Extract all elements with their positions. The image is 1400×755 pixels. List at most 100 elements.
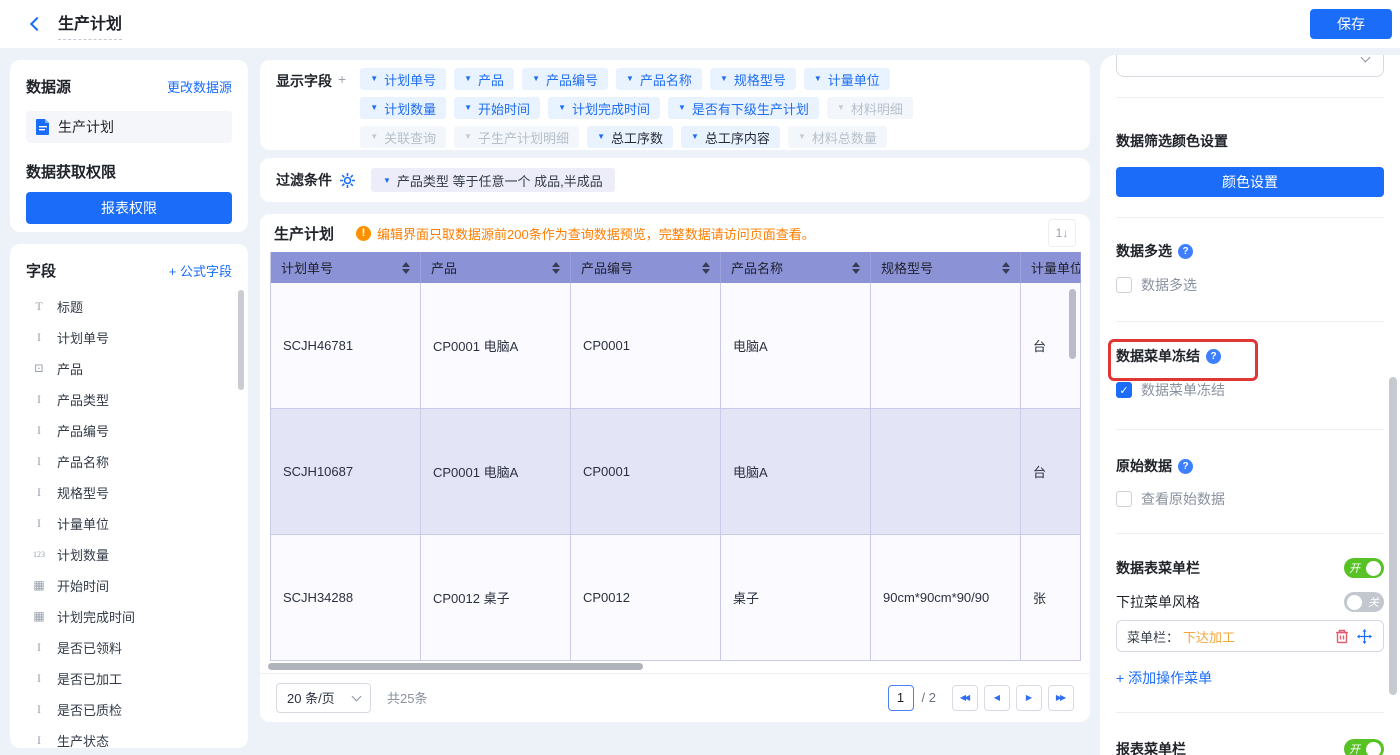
display-field-chip-产品编号[interactable]: ▼产品编号	[522, 68, 608, 90]
field-item-是否已领料[interactable]: I是否已领料	[26, 632, 232, 663]
display-field-chip-计划完成时间[interactable]: ▼计划完成时间	[548, 97, 660, 119]
raw-data-checkbox[interactable]: 查看原始数据	[1116, 489, 1384, 509]
date-field-icon: ▦	[30, 609, 48, 624]
table-vertical-scrollbar[interactable]	[1069, 289, 1076, 359]
field-item-计划完成时间[interactable]: ▦计划完成时间	[26, 601, 232, 632]
display-field-chip-计划数量[interactable]: ▼计划数量	[360, 97, 446, 119]
chip-label: 材料明细	[851, 99, 903, 118]
settings-scrollbar[interactable]	[1389, 377, 1397, 695]
add-action-menu-link[interactable]: + 添加操作菜单	[1116, 668, 1384, 688]
display-field-chip-计划单号[interactable]: ▼计划单号	[360, 68, 446, 90]
sort-icon[interactable]	[702, 262, 710, 274]
question-icon[interactable]: ?	[1178, 244, 1193, 259]
table-row[interactable]: SCJH34288CP0012 桌子CP0012桌子90cm*90cm*90/9…	[271, 535, 1080, 661]
caret-down-icon: ▼	[678, 104, 686, 112]
next-page-button[interactable]: ▶	[1016, 685, 1042, 711]
column-header-规格型号[interactable]: 规格型号	[871, 252, 1021, 283]
field-item-计划数量[interactable]: 123计划数量	[26, 539, 232, 570]
field-item-计划单号[interactable]: I计划单号	[26, 322, 232, 353]
datasource-title: 数据源	[26, 76, 71, 97]
field-item-产品[interactable]: ⊡产品	[26, 353, 232, 384]
text-field-icon: I	[30, 485, 48, 500]
sort-icon[interactable]	[1002, 262, 1010, 274]
page-size-select[interactable]: 20 条/页	[276, 683, 371, 713]
display-field-chip-规格型号[interactable]: ▼规格型号	[710, 68, 796, 90]
column-header-产品名称[interactable]: 产品名称	[721, 252, 871, 283]
field-item-标题[interactable]: T标题	[26, 291, 232, 322]
topbar: 生产计划 保存	[0, 0, 1400, 48]
table-title: 生产计划	[274, 223, 334, 244]
field-item-产品编号[interactable]: I产品编号	[26, 415, 232, 446]
first-page-button[interactable]: ◀◀	[952, 685, 978, 711]
sort-icon[interactable]	[552, 262, 560, 274]
table-horizontal-scrollbar[interactable]	[268, 663, 643, 670]
question-icon[interactable]: ?	[1206, 349, 1221, 364]
save-button[interactable]: 保存	[1310, 9, 1392, 39]
field-item-产品名称[interactable]: I产品名称	[26, 446, 232, 477]
last-page-button[interactable]: ▶▶	[1048, 685, 1074, 711]
field-item-产品类型[interactable]: I产品类型	[26, 384, 232, 415]
display-field-chip-是否有下级生产计划[interactable]: ▼是否有下级生产计划	[668, 97, 819, 119]
chip-label: 产品	[478, 70, 504, 89]
display-fields-label: 显示字段	[276, 71, 332, 91]
display-field-chip-总工序内容[interactable]: ▼总工序内容	[681, 126, 780, 148]
sort-order-button[interactable]: 1↓	[1048, 219, 1076, 247]
filter-condition-text: 产品类型 等于任意一个 成品,半成品	[397, 171, 603, 190]
fields-scrollbar[interactable]	[238, 290, 244, 390]
menu-freeze-title: 数据菜单冻结	[1116, 346, 1200, 366]
display-field-chip-总工序数[interactable]: ▼总工序数	[587, 126, 673, 148]
field-item-生产状态[interactable]: I生产状态	[26, 725, 232, 748]
dropdown-style-toggle[interactable]: 关	[1344, 592, 1384, 612]
display-field-chip-材料明细[interactable]: ▼材料明细	[827, 97, 913, 119]
top-select[interactable]	[1116, 55, 1384, 77]
page-number-input[interactable]: 1	[888, 685, 914, 711]
caret-down-icon: ▼	[691, 133, 699, 141]
display-field-chip-材料总数量[interactable]: ▼材料总数量	[788, 126, 887, 148]
menu-freeze-checkbox[interactable]: ✓ 数据菜单冻结	[1116, 380, 1384, 400]
change-datasource-link[interactable]: 更改数据源	[167, 77, 232, 96]
field-item-规格型号[interactable]: I规格型号	[26, 477, 232, 508]
datasource-item[interactable]: 生产计划	[26, 111, 232, 143]
color-settings-button[interactable]: 颜色设置	[1116, 167, 1384, 197]
table-row[interactable]: SCJH10687CP0001 电脑ACP0001电脑A台	[271, 409, 1080, 535]
field-item-是否已质检[interactable]: I是否已质检	[26, 694, 232, 725]
add-formula-field-link[interactable]: + 公式字段	[169, 261, 232, 280]
sort-icon[interactable]	[402, 262, 410, 274]
back-icon[interactable]	[30, 17, 44, 31]
prev-page-button[interactable]: ◀	[984, 685, 1010, 711]
multi-select-checkbox[interactable]: 数据多选	[1116, 275, 1384, 295]
table-menubar-toggle[interactable]: 开	[1344, 558, 1384, 578]
move-icon[interactable]	[1355, 627, 1373, 645]
display-field-chip-关联查询[interactable]: ▼关联查询	[360, 126, 446, 148]
field-item-计量单位[interactable]: I计量单位	[26, 508, 232, 539]
display-field-chip-子生产计划明细[interactable]: ▼子生产计划明细	[454, 126, 579, 148]
display-field-chip-产品[interactable]: ▼产品	[454, 68, 514, 90]
column-header-label: 计量单位	[1031, 258, 1081, 277]
question-icon[interactable]: ?	[1178, 459, 1193, 474]
chip-label: 计划单号	[384, 70, 436, 89]
gear-icon[interactable]	[340, 173, 355, 188]
column-header-计量单位[interactable]: 计量单位	[1021, 252, 1081, 283]
text-field-icon: I	[30, 423, 48, 438]
column-header-产品[interactable]: 产品	[421, 252, 571, 283]
column-header-计划单号[interactable]: 计划单号	[271, 252, 421, 283]
report-menubar-toggle[interactable]: 开	[1344, 739, 1384, 755]
text-field-icon: I	[30, 330, 48, 345]
display-field-chip-产品名称[interactable]: ▼产品名称	[616, 68, 702, 90]
filter-condition-chip[interactable]: ▼ 产品类型 等于任意一个 成品,半成品	[371, 168, 615, 192]
field-item-是否已加工[interactable]: I是否已加工	[26, 663, 232, 694]
sort-icon[interactable]	[852, 262, 860, 274]
table-menu-item[interactable]: 菜单栏： 下达加工	[1116, 620, 1384, 652]
chip-label: 规格型号	[734, 70, 786, 89]
menu-item-value[interactable]: 下达加工	[1183, 627, 1235, 646]
report-permission-button[interactable]: 报表权限	[26, 192, 232, 224]
display-field-chip-开始时间[interactable]: ▼开始时间	[454, 97, 540, 119]
table-row[interactable]: SCJH46781CP0001 电脑ACP0001电脑A台	[271, 283, 1080, 409]
column-header-产品编号[interactable]: 产品编号	[571, 252, 721, 283]
delete-icon[interactable]	[1333, 627, 1351, 645]
field-item-开始时间[interactable]: ▦开始时间	[26, 570, 232, 601]
table-horizontal-scroll-track	[268, 663, 1078, 671]
dropdown-style-label: 下拉菜单风格	[1116, 592, 1200, 612]
display-field-chip-计量单位[interactable]: ▼计量单位	[804, 68, 890, 90]
add-display-field-button[interactable]: +	[338, 71, 346, 91]
